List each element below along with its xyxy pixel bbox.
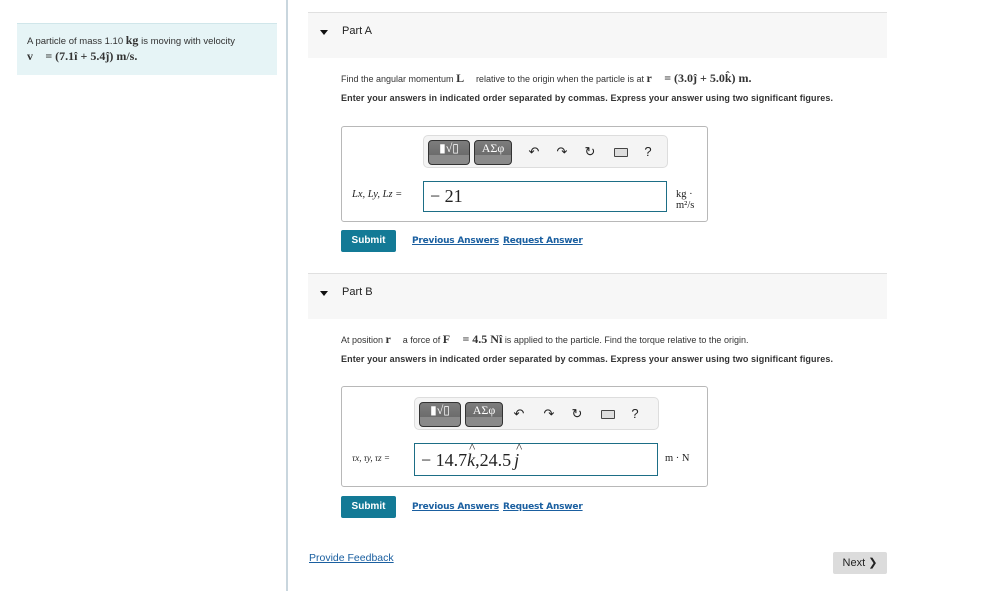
symbols-button[interactable]: ΑΣφ <box>474 140 512 165</box>
problem-statement: A particle of mass 1.10 kg is moving wit… <box>17 23 277 75</box>
panel-divider <box>286 0 288 591</box>
provide-feedback-link[interactable]: Provide Feedback <box>309 552 394 564</box>
part-b-prompt: At position r⃗ a force of F⃗ = 4.5 Nî is… <box>341 332 881 347</box>
keyboard-icon[interactable] <box>614 148 628 157</box>
part-a-prompt: Find the angular momentum L⃗ relative to… <box>341 71 881 86</box>
part-a-answer-box: ▮√▯ ΑΣφ ↶ ↷ ↻ ? Lx, Ly, Lz = − 21 kg · m… <box>341 126 708 222</box>
unit-vector-j: j <box>514 431 522 477</box>
part-b-previous-answers-link[interactable]: Previous Answers <box>412 502 499 512</box>
prompt-tail: is applied to the particle. Find the tor… <box>504 335 749 345</box>
undo-icon[interactable]: ↶ <box>511 406 527 422</box>
part-a-request-answer-link[interactable]: Request Answer <box>503 236 583 246</box>
part-b-answer-box: ▮√▯ ΑΣφ ↶ ↷ ↻ ? τx, τy, τz = − 14.7k,24.… <box>341 386 708 487</box>
part-b-submit-button[interactable]: Submit <box>341 496 396 518</box>
part-a-submit-button[interactable]: Submit <box>341 230 396 252</box>
math-toolbar: ▮√▯ ΑΣφ ↶ ↷ ↻ ? <box>414 397 659 430</box>
redo-icon[interactable]: ↷ <box>554 144 570 160</box>
part-a-unit: kg · m²/s <box>676 189 695 211</box>
part-b-title: Part B <box>342 286 373 298</box>
prompt-prefix: Find the angular momentum <box>341 74 454 84</box>
help-icon[interactable]: ? <box>640 144 656 160</box>
part-a-previous-answers-link[interactable]: Previous Answers <box>412 236 499 246</box>
prompt-middle: a force of <box>402 335 441 345</box>
prompt-middle: relative to the origin when the particle… <box>475 74 645 84</box>
undo-icon[interactable]: ↶ <box>526 144 542 160</box>
torque-x-value: − 14.7 <box>421 450 468 470</box>
math-toolbar: ▮√▯ ΑΣφ ↶ ↷ ↻ ? <box>423 135 668 168</box>
part-a-title: Part A <box>342 25 372 37</box>
force-expression: F⃗ = 4.5 Nî <box>442 332 503 346</box>
templates-button[interactable]: ▮√▯ <box>419 402 461 427</box>
position-symbol: r⃗ <box>385 332 401 346</box>
templates-button[interactable]: ▮√▯ <box>428 140 470 165</box>
symbols-button[interactable]: ΑΣφ <box>465 402 503 427</box>
part-b-instructions: Enter your answers in indicated order se… <box>341 354 834 364</box>
reset-icon[interactable]: ↻ <box>582 144 598 160</box>
part-b-answer-input[interactable]: − 14.7k,24.5j <box>414 431 658 477</box>
angular-momentum-symbol: L⃗ <box>456 71 474 85</box>
keyboard-icon[interactable] <box>601 410 615 419</box>
intro-tail: is moving with velocity <box>141 36 236 47</box>
redo-icon[interactable]: ↷ <box>541 406 557 422</box>
part-b-unit: m · N <box>665 453 690 464</box>
collapse-caret-icon[interactable] <box>320 291 328 296</box>
part-a-answer-input[interactable]: − 21 <box>423 181 667 212</box>
mass-unit: kg <box>125 33 139 47</box>
velocity-expression: v⃗ = (7.1î + 5.4ĵ) m/s. <box>27 49 138 63</box>
part-a-input-label: Lx, Ly, Lz = <box>352 189 403 200</box>
help-icon[interactable]: ? <box>627 406 643 422</box>
torque-y-value: ,24.5 <box>475 450 512 470</box>
part-a-instructions: Enter your answers in indicated order se… <box>341 93 834 103</box>
prompt-prefix: At position <box>341 335 384 345</box>
part-b-input-label: τx, τy, τz = <box>352 453 390 463</box>
part-a-header[interactable]: Part A <box>308 12 887 58</box>
reset-icon[interactable]: ↻ <box>569 406 585 422</box>
position-expression: r⃗ = (3.0ĵ + 5.0k̂) m. <box>646 71 752 85</box>
intro-text: A particle of mass 1.10 <box>27 36 124 47</box>
unit-vector-k: k <box>467 431 475 477</box>
part-b-request-answer-link[interactable]: Request Answer <box>503 502 583 512</box>
collapse-caret-icon[interactable] <box>320 30 328 35</box>
part-b-header[interactable]: Part B <box>308 273 887 319</box>
next-button[interactable]: Next ❯ <box>833 552 887 574</box>
